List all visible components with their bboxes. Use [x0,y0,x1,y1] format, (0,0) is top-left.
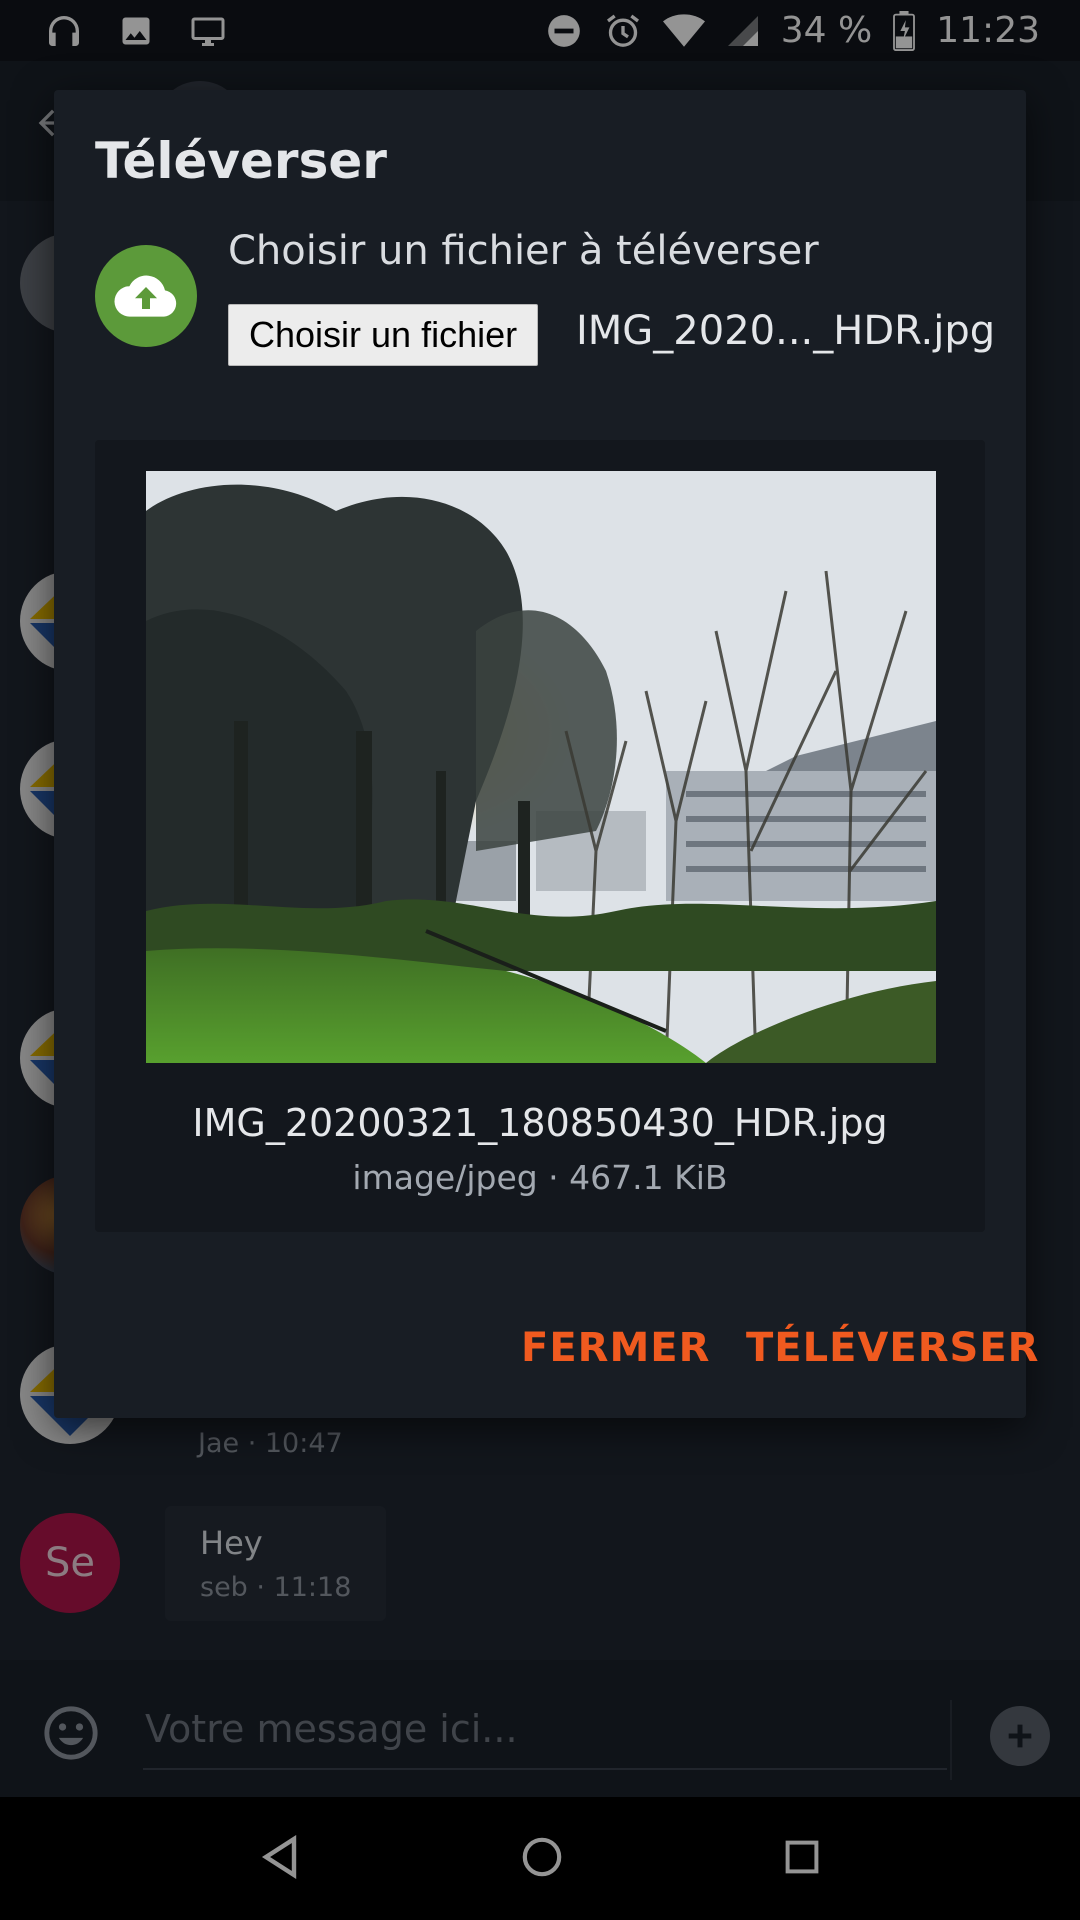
chosen-file-name: IMG_2020..._HDR.jpg [576,308,996,354]
upload-dialog: Téléverser Choisir un fichier à télévers… [54,90,1038,1418]
choose-file-button[interactable]: Choisir un fichier [228,304,539,366]
upload-button[interactable]: TÉLÉVERSER [746,1325,1039,1371]
file-preview-card: IMG_20200321_180850430_HDR.jpg image/jpe… [95,440,985,1232]
image-preview [146,471,936,1063]
close-button[interactable]: FERMER [521,1325,710,1371]
dialog-title: Téléverser [95,132,387,190]
preview-file-meta: image/jpeg · 467.1 KiB [352,1158,728,1197]
cloud-upload-icon [95,245,197,347]
preview-file-name: IMG_20200321_180850430_HDR.jpg [192,1101,888,1145]
upload-prompt: Choisir un fichier à téléverser [228,228,819,274]
